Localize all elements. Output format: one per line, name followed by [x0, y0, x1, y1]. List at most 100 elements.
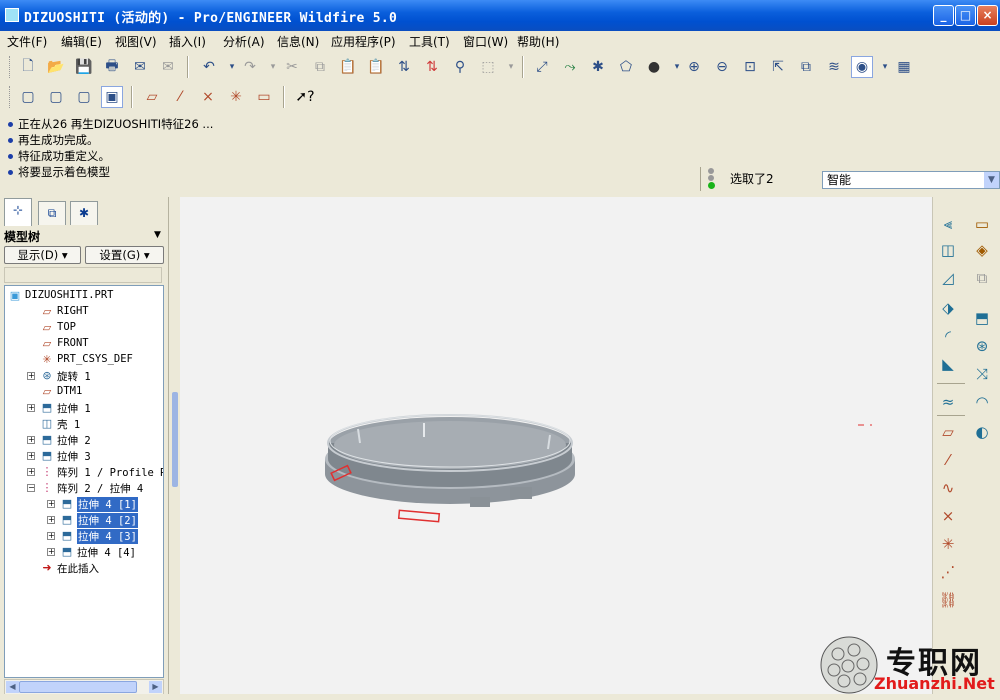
cut-icon[interactable]: ✂: [281, 56, 303, 78]
new-file-icon[interactable]: 🗋: [17, 56, 39, 78]
appearance-gallery-icon[interactable]: ▦: [893, 56, 915, 78]
csys-tool-icon[interactable]: ✳: [937, 533, 959, 555]
mirror-tool-icon[interactable]: ◈: [971, 239, 993, 261]
regen-manager-icon[interactable]: ⇅: [421, 56, 443, 78]
saved-views-icon[interactable]: ⧉: [795, 56, 817, 78]
regenerate-icon[interactable]: ⇅: [393, 56, 415, 78]
expand-icon[interactable]: +: [27, 436, 35, 444]
revolve-tool-icon[interactable]: ⊛: [971, 335, 993, 357]
refit-icon[interactable]: ⊡: [739, 56, 761, 78]
zoom-out-icon[interactable]: ⊖: [711, 56, 733, 78]
splitter-handle[interactable]: [172, 392, 178, 487]
tree-item-label[interactable]: 拉伸 4 [3]: [77, 529, 138, 544]
open-folder-icon[interactable]: 📂: [45, 56, 67, 78]
annotation-toggle-icon[interactable]: ▭: [253, 86, 275, 108]
tree-item-label[interactable]: 拉伸 1: [57, 401, 91, 416]
surface-tool-icon[interactable]: ◐: [971, 421, 993, 443]
shaded-icon[interactable]: ▣: [101, 86, 123, 108]
collapse-icon[interactable]: −: [27, 484, 35, 492]
hole-tool-icon[interactable]: ◫: [937, 239, 959, 261]
reorient-icon[interactable]: ⇱: [767, 56, 789, 78]
sketch-datum-icon[interactable]: ⛓: [937, 589, 959, 611]
tree-item-label[interactable]: 拉伸 4 [4]: [77, 545, 136, 560]
toolbar-grip[interactable]: [9, 56, 13, 78]
zoom-in-icon[interactable]: ⊕: [683, 56, 705, 78]
menu-file[interactable]: 文件(F): [7, 33, 47, 50]
undo-icon[interactable]: ↶: [198, 56, 220, 78]
tree-item-label[interactable]: 壳 1: [57, 417, 80, 432]
chamfer-tool-icon[interactable]: ◣: [937, 353, 959, 375]
menu-help[interactable]: 帮助(H): [517, 33, 559, 50]
paste-icon[interactable]: 📋: [337, 56, 359, 78]
datum-curve-tool-icon[interactable]: ∿: [937, 477, 959, 499]
datum-plane-tool-icon[interactable]: ▱: [937, 421, 959, 443]
datum-points-toggle-icon[interactable]: ×: [197, 86, 219, 108]
expand-icon[interactable]: +: [27, 372, 35, 380]
close-button[interactable]: ×: [977, 5, 998, 26]
menu-info[interactable]: 信息(N): [277, 33, 319, 50]
sketch-point-icon[interactable]: ⤳: [559, 56, 581, 78]
shell-tool-icon[interactable]: ⬗: [937, 297, 959, 319]
settings-button[interactable]: 设置(G) ▾: [85, 246, 164, 264]
spin-center-icon[interactable]: ✱: [587, 56, 609, 78]
layers-icon[interactable]: ≋: [823, 56, 845, 78]
sketch-tool-icon[interactable]: ⫷: [937, 213, 959, 235]
merge-tool-icon[interactable]: ⧉: [971, 267, 993, 289]
menu-tools[interactable]: 工具(T): [409, 33, 450, 50]
orient-mode-icon[interactable]: ⬠: [615, 56, 637, 78]
refit-window-icon[interactable]: ⤢: [531, 56, 553, 78]
shading-sphere-icon[interactable]: ●: [643, 56, 665, 78]
model-view[interactable]: [180, 197, 932, 694]
tree-item-label[interactable]: 拉伸 2: [57, 433, 91, 448]
datum-planes-toggle-icon[interactable]: ▱: [141, 86, 163, 108]
tree-item-label[interactable]: 阵列 2 / 拉伸 4: [57, 481, 143, 496]
expand-icon[interactable]: +: [27, 452, 35, 460]
copy-tool-icon[interactable]: ▭: [971, 213, 993, 235]
select-box-icon[interactable]: ⬚: [477, 56, 499, 78]
tree-item-label[interactable]: DIZUOSHITI.PRT: [25, 289, 114, 301]
expand-icon[interactable]: +: [47, 532, 55, 540]
paste-special-icon[interactable]: 📋: [365, 56, 387, 78]
no-hidden-icon[interactable]: ▢: [73, 86, 95, 108]
tree-item-label[interactable]: 拉伸 3: [57, 449, 91, 464]
find-icon[interactable]: ⚲: [449, 56, 471, 78]
tree-item-label[interactable]: 阵列 1 / Profile Rib: [57, 465, 163, 480]
tree-item-label[interactable]: 拉伸 4 [2]: [77, 513, 138, 528]
menu-insert[interactable]: 插入(I): [169, 33, 206, 50]
analysis-tool-icon[interactable]: ⋰: [937, 561, 959, 583]
tree-item-label[interactable]: FRONT: [57, 337, 89, 349]
sweep-tool-icon[interactable]: ⤨: [971, 363, 993, 385]
copy-icon[interactable]: ⧉: [309, 56, 331, 78]
datum-axis-tool-icon[interactable]: ⁄: [937, 449, 959, 471]
redo-icon[interactable]: ↷: [239, 56, 261, 78]
style-tool-icon[interactable]: ≈: [937, 391, 959, 413]
draft-tool-icon[interactable]: ◿: [937, 267, 959, 289]
context-help-icon[interactable]: ➚?: [294, 86, 316, 108]
extrude-tool-icon[interactable]: ⬒: [971, 307, 993, 329]
select-dropdown-icon[interactable]: ▾: [500, 56, 522, 78]
menu-analysis[interactable]: 分析(A): [223, 33, 265, 50]
expand-icon[interactable]: +: [27, 404, 35, 412]
expand-icon[interactable]: +: [47, 548, 55, 556]
datum-axes-toggle-icon[interactable]: ⁄: [169, 86, 191, 108]
model-tree-tab[interactable]: ⊹: [4, 198, 32, 226]
folder-browser-tab[interactable]: ⧉: [38, 201, 66, 225]
attach-mail-icon[interactable]: ✉: [157, 56, 179, 78]
tree-item-label[interactable]: TOP: [57, 321, 76, 333]
selection-filter[interactable]: 智能 ▼: [822, 171, 1000, 189]
boundary-blend-icon[interactable]: ◠: [971, 391, 993, 413]
expand-icon[interactable]: +: [47, 516, 55, 524]
selected-feature-highlight[interactable]: [397, 509, 441, 523]
expand-icon[interactable]: +: [27, 468, 35, 476]
round-tool-icon[interactable]: ◜: [937, 325, 959, 347]
tree-item-label[interactable]: 旋转 1: [57, 369, 91, 384]
menu-view[interactable]: 视图(V): [115, 33, 157, 50]
tree-item-label[interactable]: PRT_CSYS_DEF: [57, 353, 133, 365]
save-icon[interactable]: 💾: [73, 56, 95, 78]
tree-item-label[interactable]: RIGHT: [57, 305, 89, 317]
menu-edit[interactable]: 编辑(E): [61, 33, 102, 50]
graphics-window[interactable]: [180, 197, 932, 694]
tree-item-label[interactable]: 在此插入: [57, 561, 99, 576]
menu-window[interactable]: 窗口(W): [463, 33, 508, 50]
favorites-tab[interactable]: ✱: [70, 201, 98, 225]
